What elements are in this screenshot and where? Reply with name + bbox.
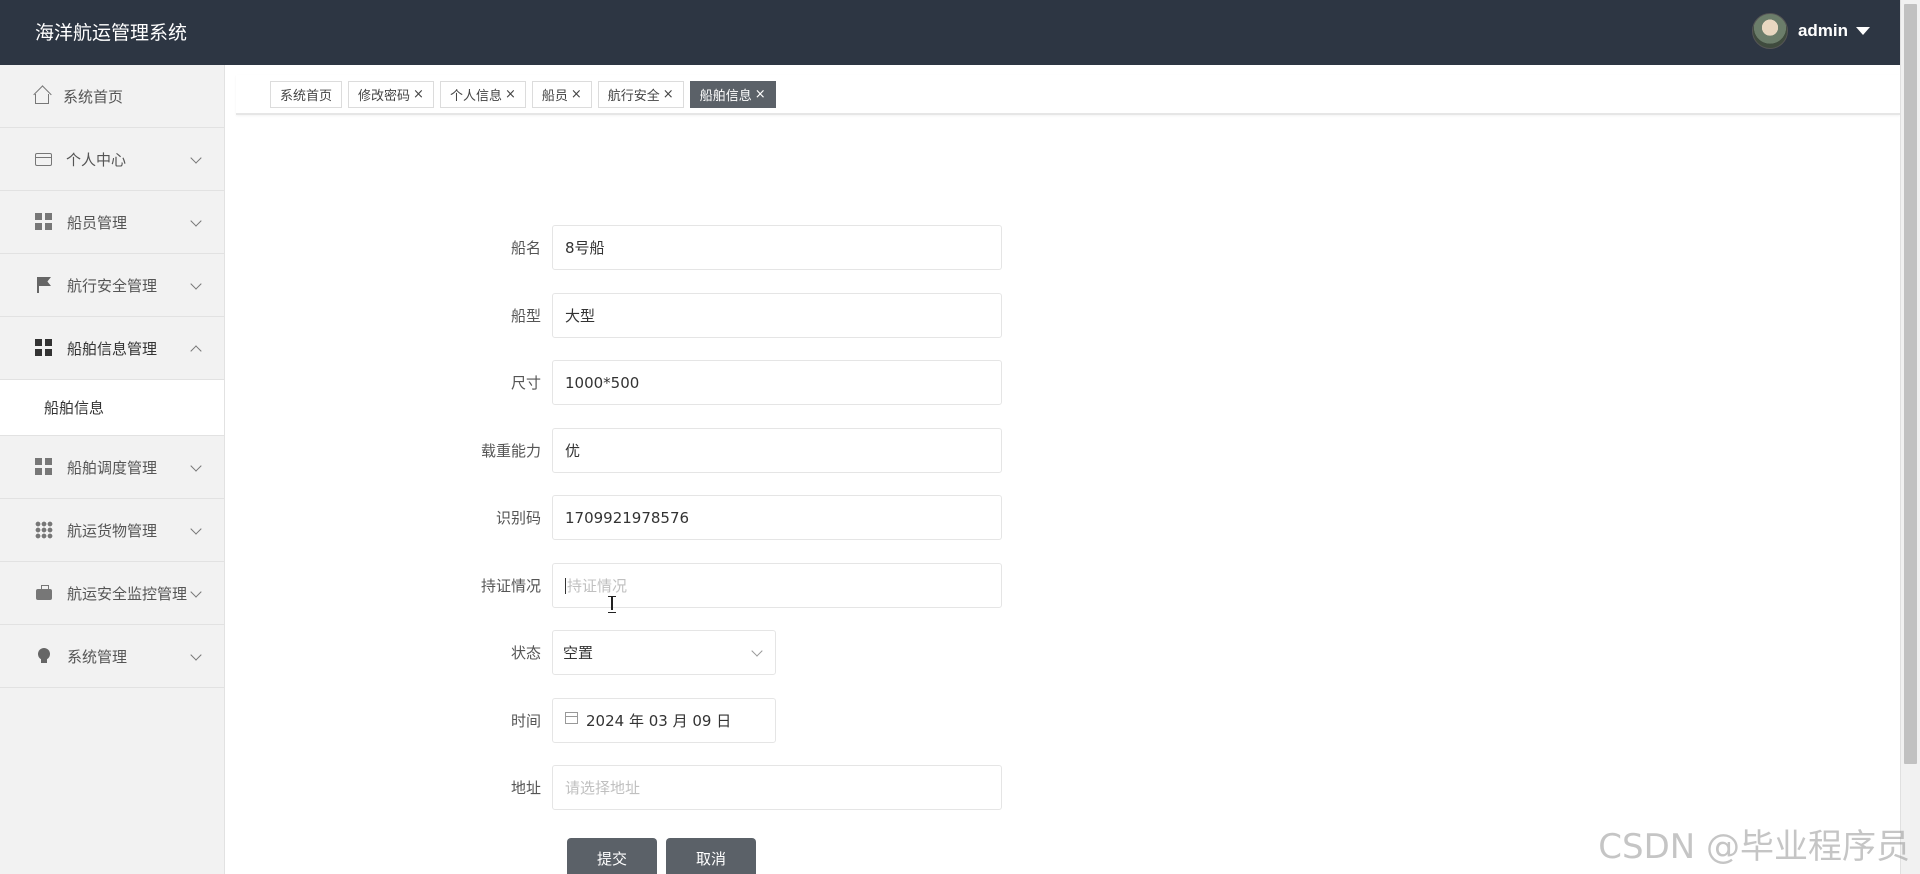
chevron-down-icon	[190, 152, 202, 164]
sidebar-item-label: 船舶调度管理	[67, 458, 158, 477]
field-label: 地址	[510, 779, 541, 797]
sidebar-item-label: 航运货物管理	[67, 521, 158, 540]
close-icon[interactable]: ×	[505, 87, 516, 102]
tab-label: 个人信息	[449, 89, 502, 104]
flag-icon	[35, 276, 53, 294]
ship-type-value: 大型	[565, 307, 596, 325]
scrollbar-thumb[interactable]	[1904, 4, 1917, 764]
caret-down-icon[interactable]	[1856, 27, 1870, 35]
field-label: 船名	[510, 239, 541, 257]
sidebar-item-ship-dispatch[interactable]: 船舶调度管理	[0, 436, 224, 499]
chevron-down-icon	[190, 278, 202, 290]
grid-icon	[35, 339, 53, 357]
tab-change-password[interactable]: 修改密码 ×	[348, 81, 434, 108]
briefcase-icon	[35, 584, 53, 602]
id-code-input[interactable]: 1709921978576	[552, 495, 1002, 540]
tab-label: 系统首页	[280, 89, 333, 104]
sidebar-item-label: 个人中心	[66, 150, 127, 169]
sidebar-item-label: 系统管理	[67, 647, 128, 666]
tab-ship-info[interactable]: 船舶信息 ×	[689, 81, 776, 108]
ship-size-value: 1000*500	[565, 373, 640, 392]
tab-personal-info[interactable]: 个人信息 ×	[439, 81, 526, 108]
avatar[interactable]	[1751, 13, 1788, 49]
sidebar-item-crew-management[interactable]: 船员管理	[0, 191, 224, 254]
id-code-value: 1709921978576	[565, 508, 690, 527]
close-icon[interactable]: ×	[571, 87, 582, 102]
sidebar-item-safety-monitoring[interactable]: 航运安全监控管理	[0, 562, 224, 625]
chevron-down-icon	[190, 215, 202, 227]
field-label: 持证情况	[480, 577, 541, 595]
close-icon[interactable]: ×	[663, 87, 674, 102]
sidebar-item-label: 系统首页	[63, 87, 124, 106]
sidebar-subitem-ship-info[interactable]: 船舶信息	[0, 380, 224, 436]
placeholder: 持证情况	[567, 577, 628, 595]
close-icon[interactable]: ×	[755, 87, 766, 102]
watermark: CSDN @毕业程序员	[1598, 827, 1910, 867]
ship-type-input[interactable]: 大型	[552, 293, 1002, 338]
sidebar-item-label: 航行安全管理	[67, 276, 158, 295]
ibeam-cursor-icon	[607, 596, 617, 613]
close-icon[interactable]: ×	[413, 87, 424, 102]
ship-size-input[interactable]: 1000*500	[552, 360, 1002, 405]
sidebar-item-home[interactable]: 系统首页	[0, 65, 224, 128]
date-value: 2024 年 03 月 09 日	[586, 712, 732, 730]
tab-label: 航行安全	[607, 89, 660, 104]
chevron-down-icon	[190, 460, 202, 472]
chevron-up-icon	[190, 345, 202, 357]
home-icon	[35, 94, 49, 104]
sidebar-item-system-management[interactable]: 系统管理	[0, 625, 224, 688]
sidebar-item-cargo-management[interactable]: 航运货物管理	[0, 499, 224, 562]
vertical-scrollbar[interactable]	[1900, 0, 1920, 874]
chevron-down-icon	[190, 649, 202, 661]
chevron-down-icon	[751, 645, 763, 657]
date-picker[interactable]: 2024 年 03 月 09 日	[552, 698, 776, 743]
tab-label: 船舶信息	[699, 89, 752, 104]
field-label: 载重能力	[480, 442, 541, 460]
sidebar: 系统首页 个人中心 船员管理 航行安全管理 船舶信息管理 船舶信息 船舶调度管理…	[0, 65, 225, 874]
status-select[interactable]: 空置	[552, 630, 776, 675]
tab-bar: 系统首页 修改密码 × 个人信息 × 船员 × 航行安全 × 船舶信息 ×	[236, 75, 1900, 115]
tab-label: 船员	[541, 89, 568, 104]
field-label: 状态	[510, 644, 541, 662]
app-title: 海洋航运管理系统	[35, 22, 188, 44]
sidebar-item-personal-center[interactable]: 个人中心	[0, 128, 224, 191]
card-icon	[35, 152, 52, 166]
sidebar-item-label: 船员管理	[67, 213, 128, 232]
calendar-icon	[565, 712, 578, 724]
grid-icon	[35, 213, 53, 231]
tab-home[interactable]: 系统首页	[270, 81, 343, 108]
sidebar-item-navigation-safety[interactable]: 航行安全管理	[0, 254, 224, 317]
grid-icon	[35, 458, 53, 476]
status-value: 空置	[563, 644, 594, 662]
bulb-icon	[35, 647, 53, 665]
sidebar-item-ship-info-management[interactable]: 船舶信息管理	[0, 317, 224, 380]
chevron-down-icon	[190, 523, 202, 535]
capacity-value: 优	[565, 442, 581, 460]
chevron-down-icon	[190, 586, 202, 598]
submit-button[interactable]: 提交	[567, 838, 657, 874]
text-cursor	[565, 577, 566, 594]
user-menu[interactable]: admin	[1751, 13, 1870, 49]
ship-name-value: 8号船	[565, 239, 605, 257]
tab-navigation-safety[interactable]: 航行安全 ×	[597, 81, 684, 108]
tab-crew[interactable]: 船员 ×	[531, 81, 592, 108]
field-label: 船型	[510, 307, 541, 325]
top-header: 海洋航运管理系统 admin	[0, 0, 1900, 65]
capacity-input[interactable]: 优	[552, 428, 1002, 473]
placeholder: 请选择地址	[565, 779, 641, 797]
cancel-button[interactable]: 取消	[666, 838, 756, 874]
tab-label: 修改密码	[358, 89, 411, 104]
certificate-input[interactable]: 持证情况	[552, 563, 1002, 608]
field-label: 识别码	[495, 509, 541, 527]
address-input[interactable]: 请选择地址	[552, 765, 1002, 810]
apps-icon	[35, 521, 53, 539]
field-label: 时间	[510, 712, 541, 730]
sidebar-item-label: 航运安全监控管理	[67, 584, 188, 603]
username[interactable]: admin	[1798, 21, 1848, 41]
sidebar-item-label: 船舶信息管理	[67, 339, 158, 358]
field-label: 尺寸	[510, 374, 541, 392]
ship-name-input[interactable]: 8号船	[552, 225, 1002, 270]
